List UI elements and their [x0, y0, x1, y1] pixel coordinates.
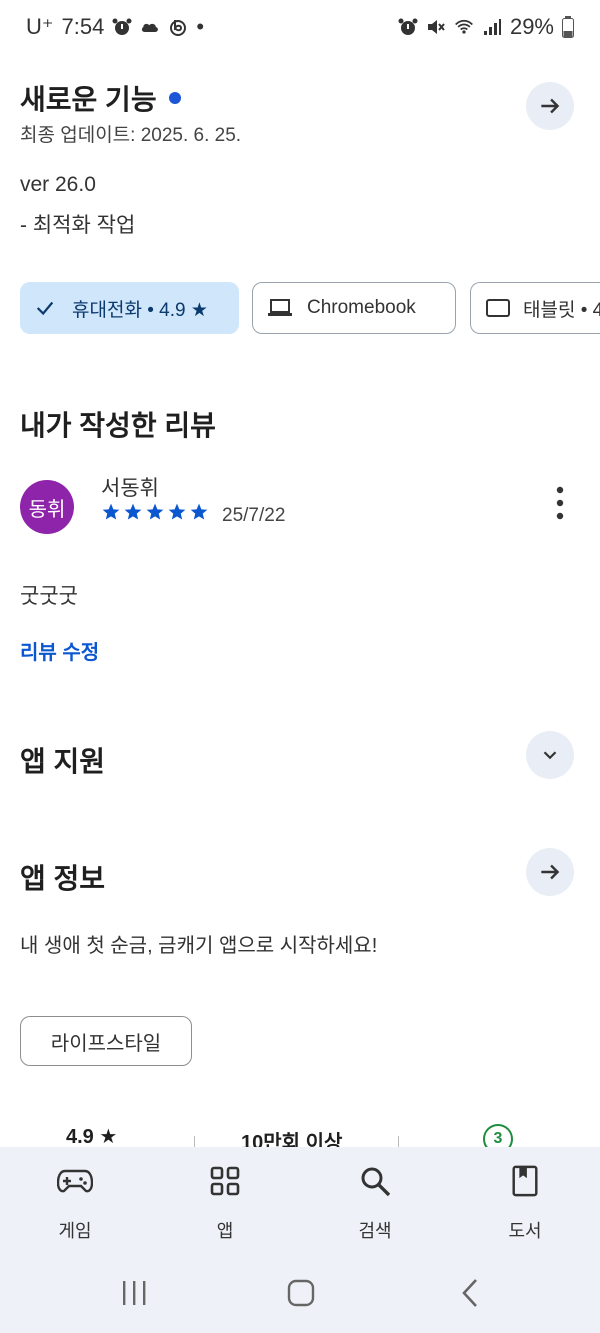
star-icon	[168, 503, 186, 520]
battery-icon	[562, 16, 574, 38]
alarm-icon	[398, 18, 418, 35]
nav-apps[interactable]: 앱	[150, 1147, 300, 1253]
battery-percent: 29%	[509, 14, 554, 39]
whats-new-title: 새로운 기능	[20, 78, 181, 118]
app-info-arrow-button[interactable]	[526, 848, 574, 896]
recent-apps-icon[interactable]	[120, 1280, 148, 1306]
status-left: U⁺ 7:54 •	[26, 14, 204, 40]
b-app-icon	[170, 20, 187, 36]
new-indicator-dot	[168, 91, 181, 104]
reviewer-name: 서동휘	[101, 477, 159, 500]
whats-new-title-text: 새로운 기능	[20, 84, 157, 115]
book-icon	[512, 1165, 538, 1197]
cloud-icon	[142, 23, 159, 32]
arrow-right-icon	[541, 864, 560, 880]
wifi-icon	[455, 19, 473, 34]
version-text: ver 26.0	[20, 173, 96, 196]
app-description: 내 생애 첫 순금, 금캐기 앱으로 시작하세요!	[20, 935, 378, 957]
review-more-button[interactable]	[545, 486, 575, 526]
rating-stars	[101, 502, 209, 522]
bottom-nav: 게임 앱 검색 도서	[0, 1147, 600, 1253]
check-icon	[36, 301, 54, 316]
review-date: 25/7/22	[222, 505, 286, 526]
more-vert-icon	[556, 486, 564, 520]
clock: 7:54	[61, 14, 105, 39]
system-nav-bar	[0, 1253, 600, 1333]
nav-search-label: 검색	[358, 1221, 392, 1241]
arrow-right-icon	[541, 98, 560, 114]
stats-row: 4.9 ★ 10만회 이상 3	[0, 1122, 600, 1154]
chevron-down-icon	[543, 751, 557, 760]
stat-rating: 4.9 ★	[66, 1124, 117, 1149]
mute-icon	[427, 20, 445, 34]
chip-chromebook[interactable]: Chromebook	[252, 282, 456, 334]
nav-games[interactable]: 게임	[0, 1147, 150, 1253]
nav-books-label: 도서	[508, 1221, 542, 1241]
category-chip[interactable]: 라이프스타일	[20, 1016, 192, 1066]
app-support-expand-button[interactable]	[526, 731, 574, 779]
nav-search[interactable]: 검색	[300, 1147, 450, 1253]
nav-books[interactable]: 도서	[450, 1147, 600, 1253]
back-icon[interactable]	[460, 1278, 480, 1308]
avatar: 동휘	[20, 480, 74, 534]
signal-icon	[483, 19, 501, 35]
app-info-title: 앱 정보	[20, 863, 106, 894]
whats-new-arrow-button[interactable]	[526, 82, 574, 130]
chip-phone[interactable]: 휴대전화 • 4.9 ★	[20, 282, 239, 334]
dot-icon: •	[196, 14, 205, 39]
edit-review-link[interactable]: 리뷰 수정	[20, 636, 99, 665]
status-right: 29%	[398, 14, 574, 40]
last-updated: 최종 업데이트: 2025. 6. 25.	[20, 125, 242, 146]
star-icon	[124, 503, 142, 520]
chip-phone-label: 휴대전화 • 4.9 ★	[72, 299, 208, 321]
app-support-title: 앱 지원	[20, 746, 106, 777]
star-icon	[102, 503, 120, 520]
status-bar: U⁺ 7:54 • 29%	[0, 0, 600, 56]
chip-chromebook-label: Chromebook	[307, 297, 416, 318]
star-icon	[146, 503, 164, 520]
stat-rating-value: 4.9 ★	[66, 1126, 118, 1148]
search-icon	[361, 1167, 391, 1197]
carrier-label: U⁺	[26, 14, 54, 39]
release-note: - 최적화 작업	[20, 214, 136, 237]
alarm-icon	[112, 18, 132, 35]
apps-grid-icon	[210, 1166, 240, 1196]
tablet-icon	[486, 299, 510, 317]
nav-apps-label: 앱	[216, 1221, 234, 1241]
gamepad-icon	[57, 1169, 93, 1193]
my-review-title: 내가 작성한 리뷰	[20, 410, 216, 441]
chip-tablet[interactable]: 태블릿 • 4	[470, 282, 600, 334]
star-icon	[190, 503, 208, 520]
laptop-icon	[268, 299, 292, 316]
review-text: 굿굿굿	[20, 585, 78, 608]
nav-games-label: 게임	[58, 1221, 92, 1241]
home-icon[interactable]	[287, 1279, 315, 1307]
chip-tablet-label: 태블릿 • 4	[523, 299, 600, 321]
